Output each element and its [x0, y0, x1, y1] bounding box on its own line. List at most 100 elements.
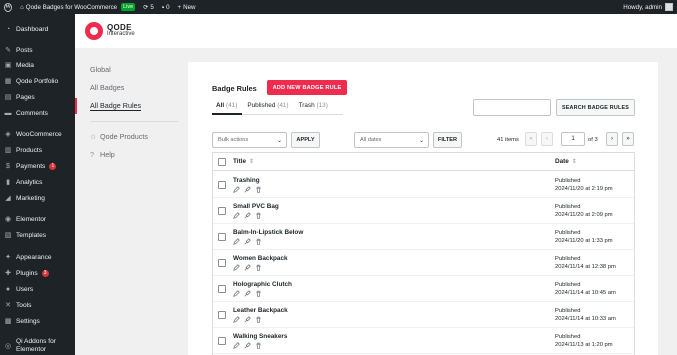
sidebar-item-qi-addons-for[interactable]: ◎ Qi Addons for Elementor	[0, 336, 75, 355]
duplicate-icon[interactable]	[244, 186, 251, 193]
wordpress-logo-button[interactable]: W	[0, 0, 16, 14]
sidebar-item-analytics[interactable]: ▮ Analytics	[0, 175, 75, 189]
row-status: Published	[555, 256, 581, 262]
last-page-button[interactable]: »	[622, 132, 634, 146]
row-checkbox[interactable]	[218, 207, 226, 215]
row-checkbox[interactable]	[218, 233, 226, 241]
row-checkbox[interactable]	[218, 285, 226, 293]
row-title-link[interactable]: Holographic Clutch	[233, 281, 292, 288]
first-page-button[interactable]: «	[525, 132, 537, 146]
sidebar-item-tools[interactable]: ✕ Tools	[0, 298, 75, 312]
row-title-link[interactable]: Women Backpack	[233, 255, 288, 262]
column-date-label: Date	[555, 158, 569, 165]
trash-icon[interactable]	[255, 212, 262, 219]
duplicate-icon[interactable]	[244, 238, 251, 245]
edit-icon[interactable]	[233, 316, 240, 323]
apply-button[interactable]: APPLY	[291, 132, 320, 148]
brand-name: QODE	[107, 23, 132, 32]
sidebar-item-label: Products	[16, 146, 43, 154]
sidebar-item-comments[interactable]: ▬ Comments	[0, 106, 75, 120]
sidebar-item-marketing[interactable]: ◢ Marketing	[0, 191, 75, 205]
row-title-link[interactable]: Small PVC Bag	[233, 203, 279, 210]
trash-icon[interactable]	[255, 342, 262, 349]
avatar	[665, 3, 673, 11]
prev-page-button[interactable]: ‹	[541, 132, 553, 146]
sidebar-item-payments[interactable]: $ Payments 1	[0, 159, 75, 173]
qode-logo[interactable]: QODE Interactive	[85, 22, 135, 40]
row-title-link[interactable]: Walking Sneakers	[233, 333, 287, 340]
plus-icon: +	[177, 3, 182, 11]
site-name-link[interactable]: ⌂ Qode Badges for WooCommerce Live	[16, 0, 139, 14]
sidebar-item-templates[interactable]: ▧ Templates	[0, 228, 75, 242]
column-title-header[interactable]: Title ⇕	[233, 158, 254, 165]
search-input[interactable]	[473, 99, 551, 116]
duplicate-icon[interactable]	[244, 290, 251, 297]
row-title-link[interactable]: Trashing	[233, 177, 260, 184]
row-checkbox[interactable]	[218, 337, 226, 345]
filter-all[interactable]: All (41)	[216, 102, 237, 109]
new-content-link[interactable]: + New	[174, 0, 200, 14]
current-page-input[interactable]: 1	[561, 132, 585, 146]
duplicate-icon[interactable]	[244, 342, 251, 349]
sidebar-item-users[interactable]: ● Users	[0, 282, 75, 296]
appearance-icon: ✦	[5, 254, 11, 261]
comments-link[interactable]: ▪ 0	[158, 0, 174, 14]
trash-icon[interactable]	[255, 290, 262, 297]
filter-button[interactable]: FILTER	[433, 132, 462, 148]
next-page-button[interactable]: ›	[606, 132, 618, 146]
nav-all-badge-rules[interactable]: All Badge Rules	[90, 101, 142, 111]
nav-qode-products[interactable]: ☆ Qode Products	[90, 132, 148, 141]
nav-all-badges[interactable]: All Badges	[90, 83, 124, 92]
row-date: Published 2024/11/20 at 1:33 pm	[555, 229, 613, 245]
nav-global[interactable]: Global	[90, 65, 111, 74]
sidebar-item-qode-portfolio[interactable]: ▦ Qode Portfolio	[0, 74, 75, 88]
row-title-link[interactable]: Balm-In-Lipstick Below	[233, 229, 303, 236]
filter-published[interactable]: Published (41)	[247, 102, 288, 109]
column-date-header[interactable]: Date ⇕	[555, 158, 577, 165]
admin-bar: W ⌂ Qode Badges for WooCommerce Live ⟳ 5…	[0, 0, 677, 14]
row-checkbox[interactable]	[218, 311, 226, 319]
row-date: Published 2024/11/14 at 10:45 am	[555, 281, 616, 297]
edit-icon[interactable]	[233, 342, 240, 349]
select-all-checkbox[interactable]	[218, 158, 226, 166]
sidebar-item-plugins[interactable]: ✚ Plugins 3	[0, 266, 75, 280]
sidebar-item-dashboard[interactable]: ◔ Dashboard	[0, 22, 75, 36]
sidebar-item-settings[interactable]: ▩ Settings	[0, 314, 75, 328]
live-badge: Live	[121, 3, 136, 11]
sidebar-item-woocommerce[interactable]: ◈ WooCommerce	[0, 127, 75, 141]
sidebar-item-posts[interactable]: ✎ Posts	[0, 43, 75, 57]
add-new-badge-rule-button[interactable]: ADD NEW BADGE RULE	[267, 80, 347, 95]
sidebar-item-elementor[interactable]: ◉ Elementor	[0, 212, 75, 226]
trash-icon[interactable]	[255, 264, 262, 271]
sidebar-item-pages[interactable]: ▤ Pages	[0, 90, 75, 104]
trash-icon[interactable]	[255, 238, 262, 245]
trash-icon[interactable]	[255, 186, 262, 193]
edit-icon[interactable]	[233, 212, 240, 219]
sidebar-item-media[interactable]: ▣ Media	[0, 58, 75, 72]
duplicate-icon[interactable]	[244, 316, 251, 323]
chevron-down-icon: ⌄	[418, 138, 424, 144]
dates-select[interactable]: All dates ⌄	[354, 132, 429, 148]
updates-link[interactable]: ⟳ 5	[139, 0, 158, 14]
edit-icon[interactable]	[233, 290, 240, 297]
duplicate-icon[interactable]	[244, 212, 251, 219]
sidebar-item-appearance[interactable]: ✦ Appearance	[0, 250, 75, 264]
row-checkbox[interactable]	[218, 181, 226, 189]
updates-count: 5	[150, 3, 154, 11]
trash-icon[interactable]	[255, 316, 262, 323]
duplicate-icon[interactable]	[244, 264, 251, 271]
row-checkbox[interactable]	[218, 259, 226, 267]
sidebar-item-products[interactable]: ▥ Products	[0, 143, 75, 157]
account-menu[interactable]: Howdy, admin	[623, 0, 673, 14]
row-title-link[interactable]: Leather Backpack	[233, 307, 288, 314]
edit-icon[interactable]	[233, 186, 240, 193]
edit-icon[interactable]	[233, 238, 240, 245]
filter-trash[interactable]: Trash (13)	[299, 102, 328, 109]
search-badge-rules-button[interactable]: SEARCH BADGE RULES	[556, 99, 635, 116]
sidebar-item-label: Elementor	[16, 215, 47, 223]
edit-icon[interactable]	[233, 264, 240, 271]
bulk-actions-select[interactable]: Bulk actions ⌄	[212, 132, 287, 148]
filter-all-count: (41)	[225, 102, 238, 109]
nav-help[interactable]: ? Help	[90, 150, 115, 159]
filter-trash-label: Trash	[298, 102, 315, 109]
